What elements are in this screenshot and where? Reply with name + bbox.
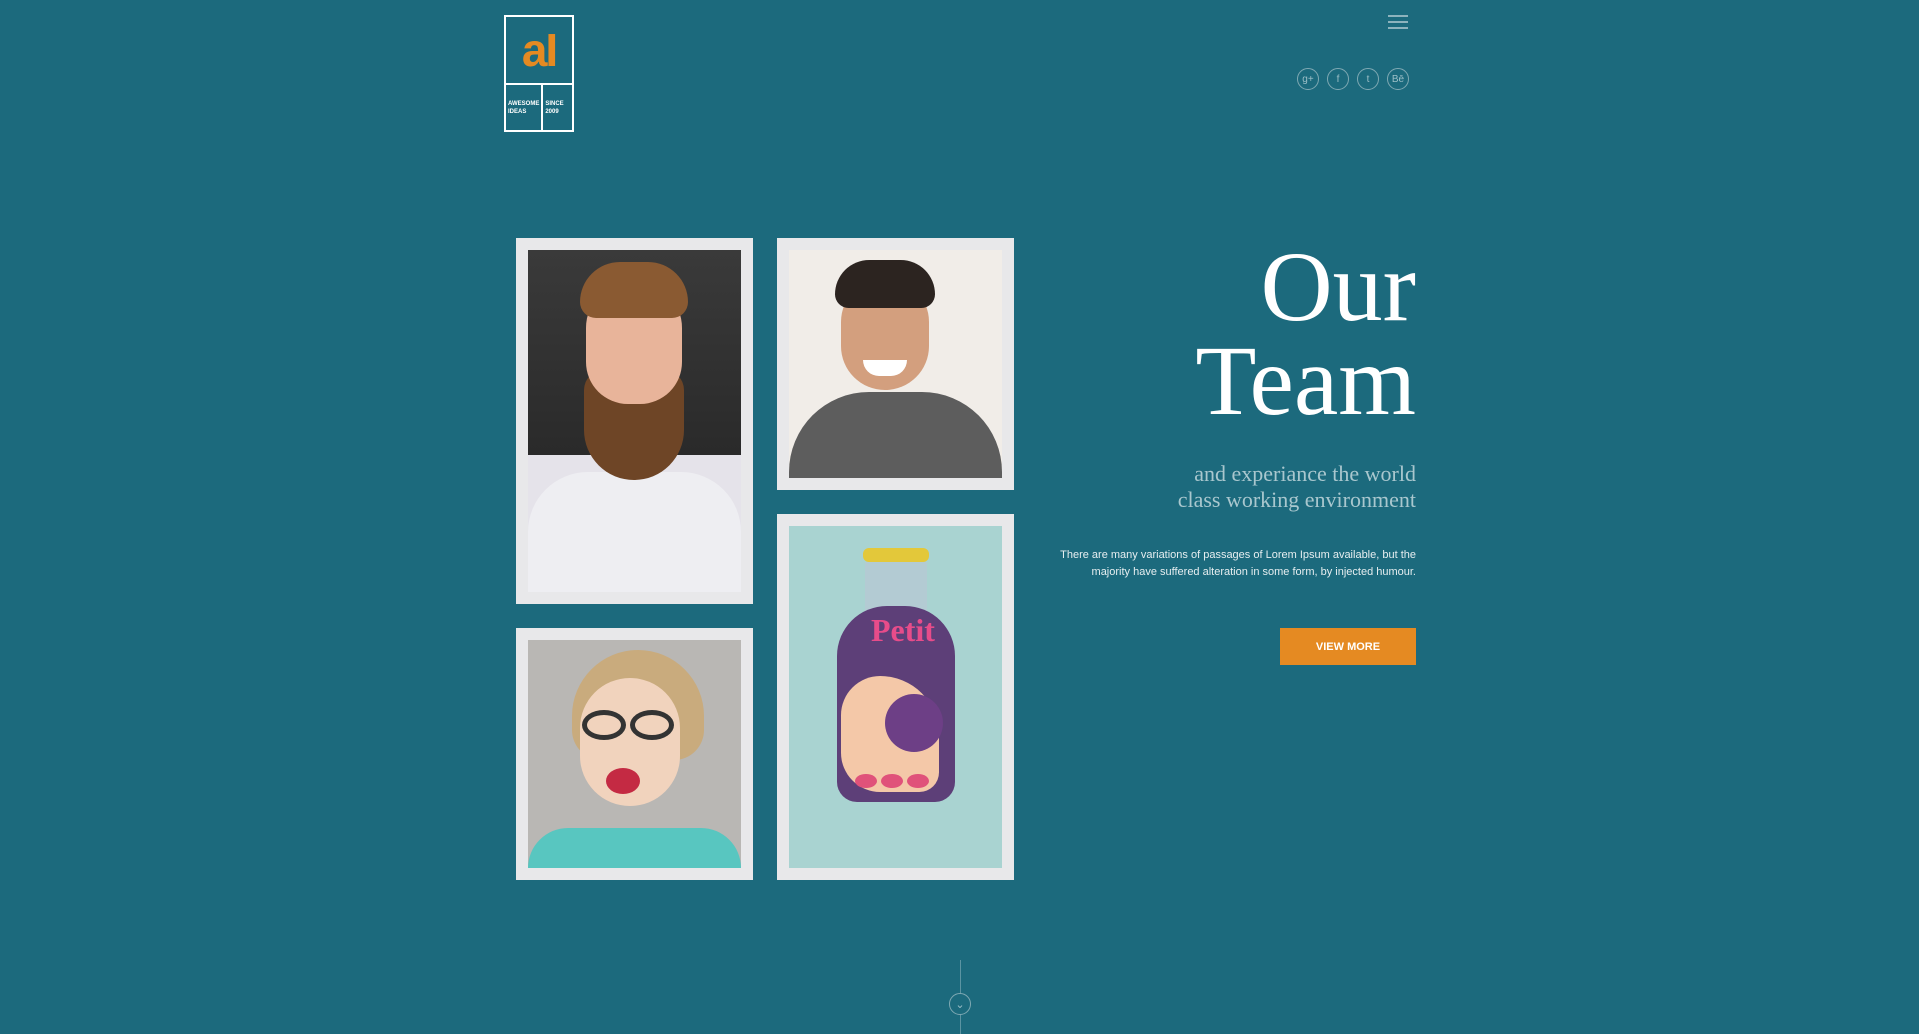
google-plus-icon[interactable]: g+ [1297,68,1319,90]
facebook-icon[interactable]: f [1327,68,1349,90]
juice-bottle-image: Petit [789,526,1002,868]
logo-mark: aI [506,17,572,85]
social-links: g+ f t Bē [1297,68,1409,90]
twitter-icon[interactable]: t [1357,68,1379,90]
description: There are many variations of passages of… [1060,549,1416,578]
subtitle-line-2: class working environment [1177,487,1416,512]
subtitle: and experiance the world class working e… [1116,461,1416,513]
view-more-button[interactable]: VIEW MORE [1280,628,1416,665]
project-photo-bottle[interactable]: Petit [777,514,1014,880]
title-line-1: Our [1260,231,1416,342]
hamburger-menu-icon[interactable] [1388,15,1408,31]
team-photo-bearded-man[interactable] [516,238,753,604]
title-line-2: Team [1195,325,1416,436]
team-photo-woman-glasses[interactable] [516,628,753,880]
logo-right-text: SINCE 2009 [545,100,564,115]
behance-icon[interactable]: Bē [1387,68,1409,90]
smiling-man-image [789,250,1002,478]
bottle-brand-label: Petit [871,612,935,648]
bearded-man-image [528,250,741,592]
scroll-down-icon[interactable]: ⌄ [949,993,971,1015]
woman-glasses-image [528,640,741,868]
logo-left-text: AWESOME IDEAS [506,85,544,130]
page-title: Our Team [1195,231,1416,436]
team-photo-smiling-man[interactable] [777,238,1014,490]
logo[interactable]: aI AWESOME IDEAS SINCE 2009 [504,15,574,132]
subtitle-line-1: and experiance the world [1194,461,1416,486]
